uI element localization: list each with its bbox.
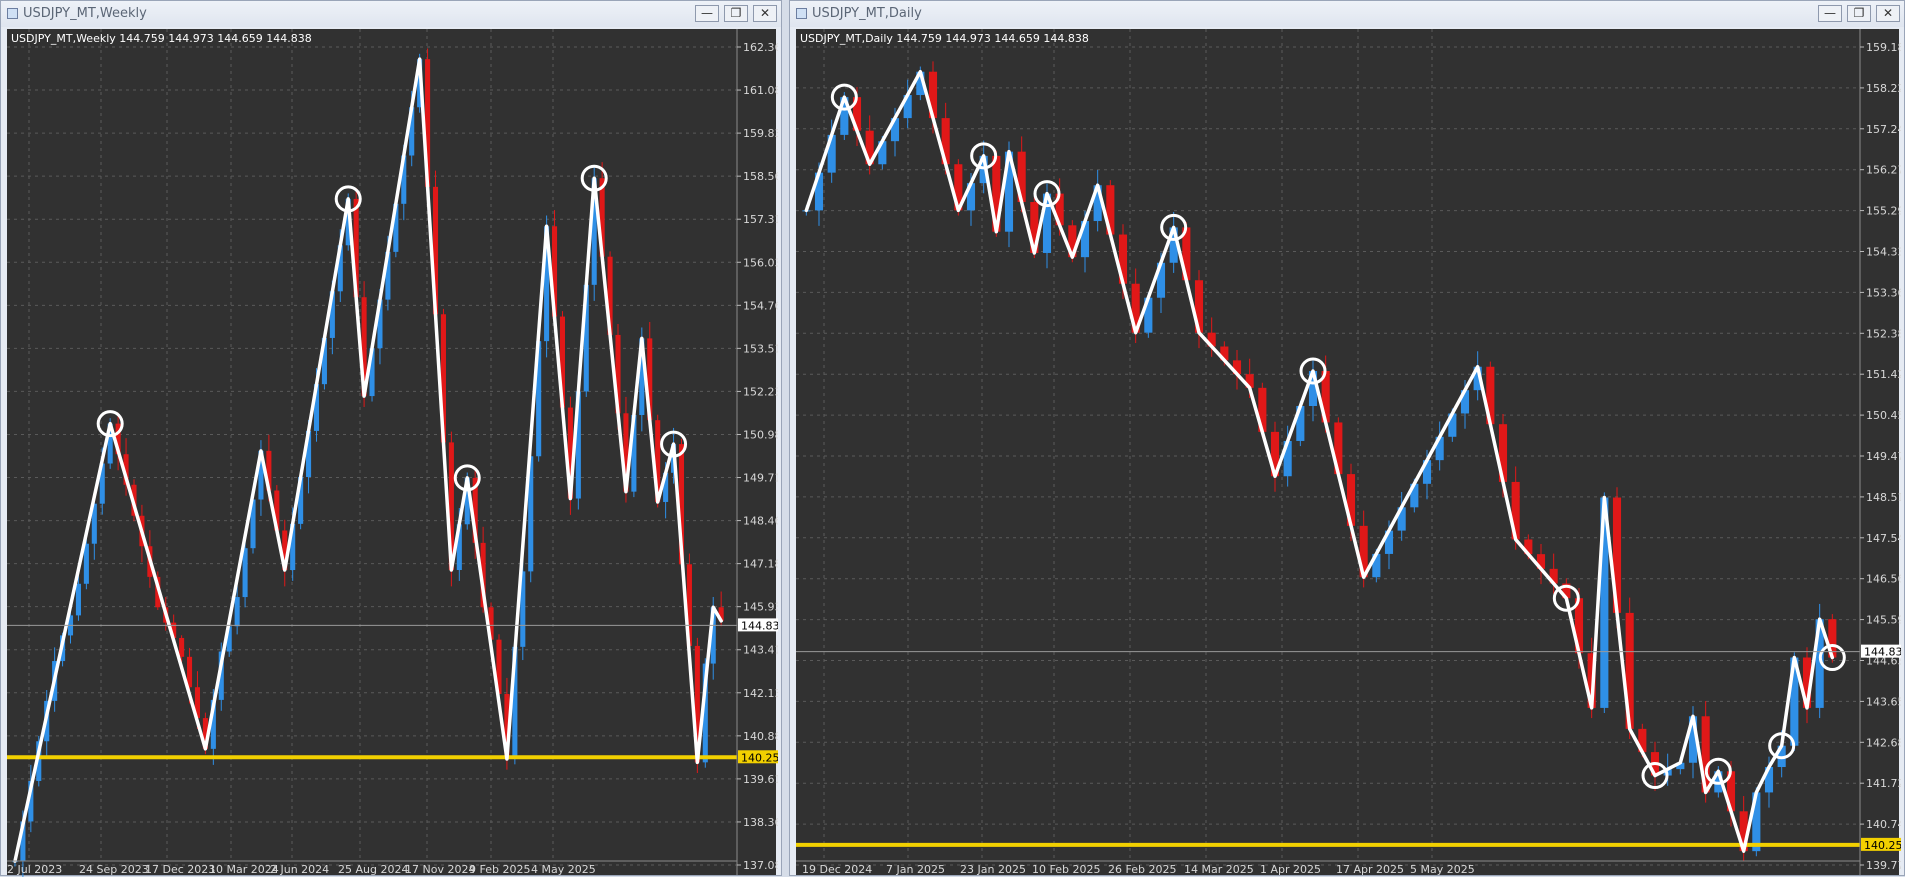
symbol-info-header: USDJPY_MT,Daily 144.759 144.973 144.659 … <box>800 32 1089 45</box>
weekly-chart-window[interactable]: USDJPY_MT,Weekly — ❐ ✕ 162.360 161.085 159… <box>0 0 782 877</box>
date-axis-label: 17 Dec 2023 <box>145 863 215 876</box>
price-axis-label: 153.360 <box>1866 286 1901 299</box>
date-axis-label: 25 Aug 2024 <box>338 863 408 876</box>
price-axis-label: 156.270 <box>1866 164 1901 177</box>
level-price-tag-text: 140.250 <box>741 751 778 764</box>
price-axis-label: 138.360 <box>743 816 778 829</box>
daily-titlebar[interactable]: USDJPY_MT,Daily — ❐ ✕ <box>790 1 1904 27</box>
swing-drawing-polyline <box>13 57 723 863</box>
weekly-chart-svg[interactable]: 162.360 161.085 159.835 158.560 157.310 156.0… <box>7 29 778 877</box>
daily-chart-area[interactable]: 159.180 158.220 157.245 156.270 155.295 154.3… <box>796 29 1901 877</box>
price-axis-label: 149.710 <box>743 472 778 485</box>
date-axis-label: 1 Apr 2025 <box>1260 863 1321 876</box>
date-axis-label: 2 Jul 2023 <box>7 863 62 876</box>
price-axis-label: 161.085 <box>743 84 778 97</box>
candle-body <box>234 597 240 627</box>
level-price-tag-text: 140.250 <box>1864 839 1901 852</box>
chart-window-icon <box>7 8 18 19</box>
price-axis-label: 145.590 <box>1866 614 1901 627</box>
price-axis-label: 155.295 <box>1866 205 1901 218</box>
price-axis-label: 143.655 <box>1866 695 1901 708</box>
current-price-tag-text: 144.838 <box>1864 646 1901 659</box>
price-axis-label: 150.450 <box>1866 409 1901 422</box>
daily-window-title: USDJPY_MT,Daily <box>812 6 922 21</box>
date-axis-label: 7 Jan 2025 <box>886 863 945 876</box>
date-axis-label: 17 Nov 2024 <box>405 863 475 876</box>
date-axis-label: 19 Dec 2024 <box>802 863 872 876</box>
price-axis-label: 162.360 <box>743 41 778 54</box>
price-axis-label: 142.135 <box>743 687 778 700</box>
price-axis-label: 151.425 <box>1866 368 1901 381</box>
date-axis-label: 9 Feb 2025 <box>469 863 530 876</box>
date-axis-label: 10 Mar 2024 <box>209 863 279 876</box>
weekly-chart-area[interactable]: 162.360 161.085 159.835 158.560 157.310 156.0… <box>7 29 778 877</box>
price-axis-label: 152.385 <box>1866 327 1901 340</box>
date-axis-label: 26 Feb 2025 <box>1108 863 1176 876</box>
price-axis-label: 158.220 <box>1866 82 1901 95</box>
date-axis-label: 17 Apr 2025 <box>1336 863 1404 876</box>
price-axis-label: 147.185 <box>743 558 778 571</box>
price-axis-label: 153.510 <box>743 342 778 355</box>
price-axis-label: 157.245 <box>1866 123 1901 136</box>
price-axis-label: 137.085 <box>743 859 778 872</box>
weekly-window-title: USDJPY_MT,Weekly <box>23 6 147 21</box>
price-axis-label: 158.560 <box>743 170 778 183</box>
date-axis-label: 10 Feb 2025 <box>1032 863 1100 876</box>
price-axis-label: 154.335 <box>1866 246 1901 259</box>
price-axis-label: 154.760 <box>743 299 778 312</box>
price-axis-label: 140.885 <box>743 730 778 743</box>
weekly-titlebar[interactable]: USDJPY_MT,Weekly — ❐ ✕ <box>1 1 781 27</box>
date-axis-label: 5 May 2025 <box>1410 863 1475 876</box>
candle-body <box>83 543 89 584</box>
price-axis-label: 159.180 <box>1866 41 1901 54</box>
price-axis-label: 142.680 <box>1866 736 1901 749</box>
price-axis-label: 157.310 <box>743 213 778 226</box>
date-axis-label: 2 Jun 2024 <box>270 863 329 876</box>
daily-chart-window[interactable]: USDJPY_MT,Daily — ❐ ✕ 159.180 158.220 157.… <box>789 0 1905 876</box>
price-axis-label: 146.565 <box>1866 573 1901 586</box>
candle-body <box>179 637 185 657</box>
date-axis-label: 4 May 2025 <box>531 863 596 876</box>
price-axis-label: 143.410 <box>743 644 778 657</box>
price-axis-label: 141.720 <box>1866 777 1901 790</box>
price-axis-label: 148.460 <box>743 515 778 528</box>
candle-body <box>242 548 248 598</box>
daily-chart-svg[interactable]: 159.180 158.220 157.245 156.270 155.295 154.3… <box>796 29 1901 877</box>
price-axis-label: 159.835 <box>743 127 778 140</box>
price-axis-label: 147.540 <box>1866 532 1901 545</box>
price-axis-label: 148.515 <box>1866 491 1901 504</box>
price-axis-label: 139.770 <box>1866 859 1901 872</box>
price-axis-label: 150.985 <box>743 428 778 441</box>
price-axis-label: 149.475 <box>1866 450 1901 463</box>
candle-body <box>75 583 81 616</box>
price-axis-label: 156.035 <box>743 256 778 269</box>
maximize-button[interactable]: ❐ <box>1847 5 1871 22</box>
price-axis-label: 152.235 <box>743 385 778 398</box>
close-button[interactable]: ✕ <box>753 5 777 22</box>
minimize-button[interactable]: — <box>695 5 719 22</box>
minimize-button[interactable]: — <box>1818 5 1842 22</box>
maximize-button[interactable]: ❐ <box>724 5 748 22</box>
close-button[interactable]: ✕ <box>1876 5 1900 22</box>
current-price-tag-text: 144.838 <box>741 619 778 632</box>
date-axis-label: 14 Mar 2025 <box>1184 863 1254 876</box>
price-axis-label: 139.610 <box>743 773 778 786</box>
price-axis-label: 140.745 <box>1866 818 1901 831</box>
symbol-info-header: USDJPY_MT,Weekly 144.759 144.973 144.659… <box>11 32 312 45</box>
date-axis-label: 23 Jan 2025 <box>960 863 1026 876</box>
chart-window-icon <box>796 8 807 19</box>
date-axis-label: 24 Sep 2023 <box>79 863 149 876</box>
price-axis-label: 145.935 <box>743 601 778 614</box>
